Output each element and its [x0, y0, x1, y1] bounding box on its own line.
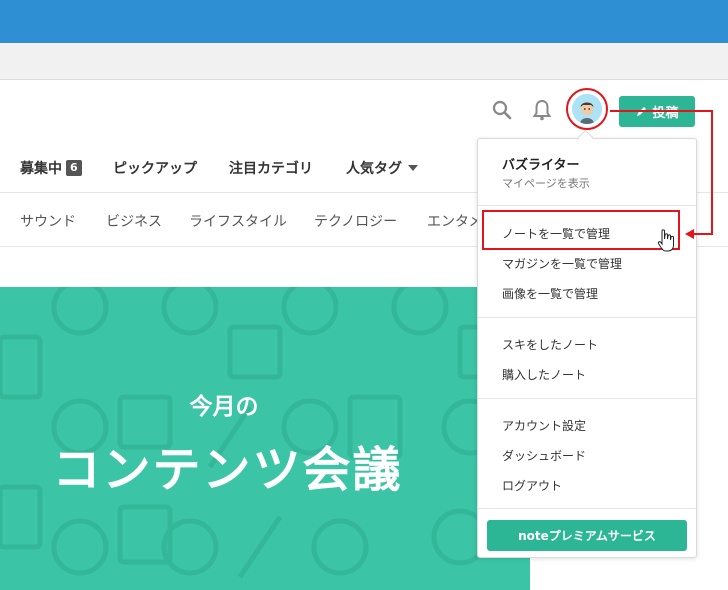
browser-toolbar [0, 43, 728, 80]
count-badge: 6 [66, 160, 82, 176]
view-mypage-link[interactable]: マイページを表示 [502, 175, 590, 191]
category-business[interactable]: ビジネス [106, 211, 162, 231]
nav-item-label: 募集中 [20, 161, 62, 177]
nav-item-label: ピックアップ [113, 161, 197, 177]
menu-item-dashboard[interactable]: ダッシュボード [502, 447, 586, 464]
category-sound[interactable]: サウンド [20, 211, 76, 231]
nav-item-recruiting[interactable]: 募集中 6 [20, 158, 82, 178]
hero-subtitle: 今月の [189, 394, 259, 420]
post-button[interactable]: 投稿 [619, 96, 695, 127]
menu-divider [478, 205, 696, 206]
hero-title: コンテンツ会議 [52, 442, 403, 498]
category-entertainment[interactable]: エンタメ [427, 211, 483, 231]
menu-divider [478, 317, 696, 318]
nav-item-label: 人気タグ [346, 161, 402, 177]
category-technology[interactable]: テクノロジー [314, 211, 397, 231]
menu-item-logout[interactable]: ログアウト [502, 477, 562, 494]
avatar-button[interactable] [566, 88, 608, 130]
menu-item-manage-magazines[interactable]: マガジンを一覧で管理 [502, 255, 622, 272]
nav-item-popular-tags[interactable]: 人気タグ [346, 158, 418, 178]
menu-divider [478, 508, 696, 509]
premium-service-button[interactable]: noteプレミアムサービス [487, 520, 687, 551]
user-name[interactable]: バズライター [502, 154, 579, 173]
search-icon[interactable] [490, 98, 514, 122]
nav-item-pickup[interactable]: ピックアップ [113, 158, 197, 178]
nav-item-featured-category[interactable]: 注目カテゴリ [229, 158, 313, 178]
post-button-label: 投稿 [652, 106, 679, 121]
bell-icon[interactable] [530, 98, 554, 122]
avatar [572, 94, 602, 124]
pen-icon [637, 107, 647, 116]
menu-divider [478, 398, 696, 399]
menu-item-account-settings[interactable]: アカウント設定 [502, 417, 586, 434]
category-lifestyle[interactable]: ライフスタイル [189, 211, 287, 231]
menu-item-manage-images[interactable]: 画像を一覧で管理 [502, 285, 598, 302]
menu-item-liked-notes[interactable]: スキをしたノート [502, 336, 598, 353]
browser-title-bar [0, 0, 728, 43]
avatar-image [572, 94, 602, 124]
annotation-highlight-box [482, 210, 680, 250]
nav-item-label: 注目カテゴリ [229, 161, 313, 177]
menu-item-purchased-notes[interactable]: 購入したノート [502, 366, 586, 383]
caret-down-icon [408, 165, 418, 171]
